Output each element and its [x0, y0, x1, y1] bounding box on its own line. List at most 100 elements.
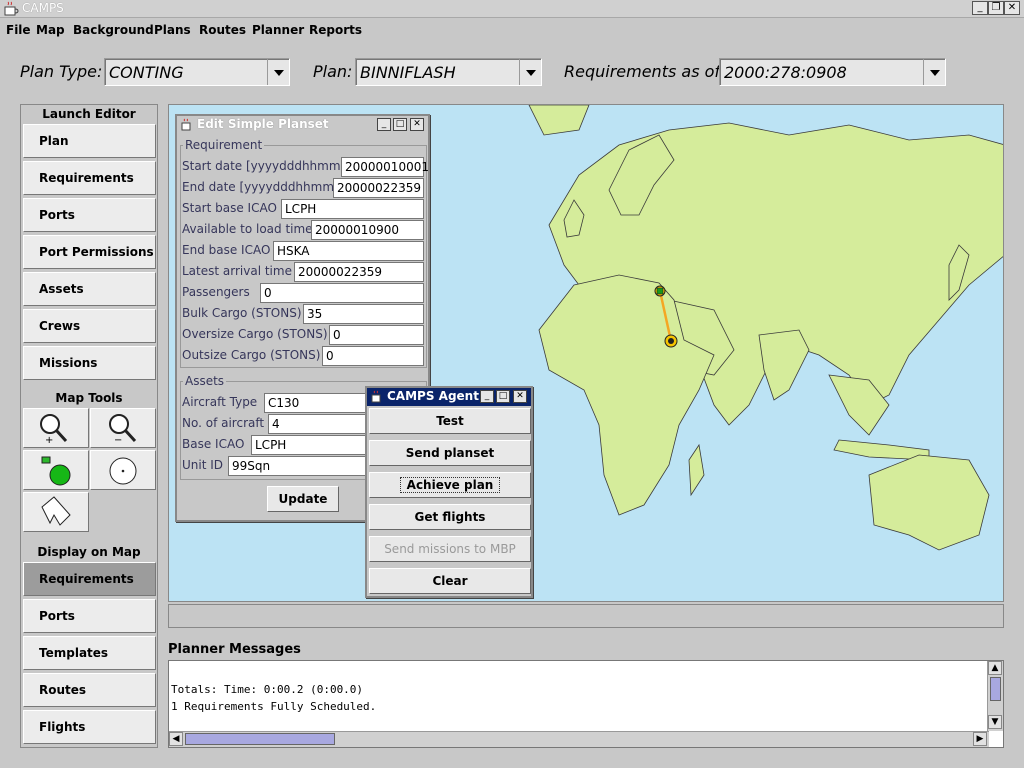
center-point-icon	[109, 457, 137, 485]
menu-planner[interactable]: Planner	[252, 23, 304, 37]
update-button[interactable]: Update	[267, 486, 339, 512]
launch-crews-button[interactable]: Crews	[23, 309, 156, 343]
display-templates-button[interactable]: Templates	[23, 636, 156, 670]
scroll-down-icon[interactable]: ▼	[988, 715, 1002, 729]
planner-messages-box[interactable]: Totals: Time: 0:00.2 (0:00.0) 1 Requirem…	[168, 660, 1004, 748]
menu-plans[interactable]: Plans	[154, 23, 191, 37]
clear-button[interactable]: Clear	[369, 568, 531, 594]
edit-planset-titlebar[interactable]: Edit Simple Planset _ □ ✕	[177, 116, 428, 134]
start-base-icao-input[interactable]: LCPH	[281, 199, 424, 219]
close-icon[interactable]: ✕	[410, 118, 424, 131]
test-button[interactable]: Test	[369, 408, 531, 434]
zoom-out-button[interactable]: −	[90, 408, 156, 448]
start-date-input[interactable]: 20000010001	[341, 157, 429, 177]
horizontal-scrollbar[interactable]: ◀ ▶	[169, 731, 989, 747]
passengers-label: Passengers	[182, 285, 250, 299]
polygon-select-button[interactable]	[23, 492, 89, 532]
launch-assets-button[interactable]: Assets	[23, 272, 156, 306]
passengers-input[interactable]: 0	[260, 283, 424, 303]
vertical-scroll-thumb[interactable]	[990, 677, 1001, 701]
oversize-cargo-label: Oversize Cargo (STONS)	[182, 327, 328, 341]
get-flights-button[interactable]: Get flights	[369, 504, 531, 530]
plan-type-select[interactable]: CONTING	[104, 58, 290, 86]
chevron-down-icon[interactable]	[519, 59, 541, 85]
display-routes-button[interactable]: Routes	[23, 673, 156, 707]
polygon-select-icon	[41, 496, 71, 526]
plan-select[interactable]: BINNIFLASH	[355, 58, 542, 86]
maximize-icon[interactable]: □	[496, 390, 510, 403]
menu-reports[interactable]: Reports	[309, 23, 362, 37]
menu-file[interactable]: File	[6, 23, 31, 37]
zoom-in-icon: +	[40, 414, 68, 446]
close-icon[interactable]: ✕	[1004, 1, 1020, 15]
aircraft-type-label: Aircraft Type	[182, 395, 258, 409]
message-line: 1 Requirements Fully Scheduled.	[171, 700, 377, 713]
menu-routes[interactable]: Routes	[199, 23, 246, 37]
zoom-out-icon: −	[109, 414, 137, 446]
start-marker[interactable]	[654, 285, 666, 297]
horizontal-scroll-thumb[interactable]	[185, 733, 335, 745]
edit-planset-title: Edit Simple Planset	[197, 117, 329, 131]
australia-landmass	[868, 454, 990, 551]
requirements-as-of-label: Requirements as of:	[564, 62, 726, 81]
svg-text:−: −	[114, 435, 122, 446]
display-ports-button[interactable]: Ports	[23, 599, 156, 633]
latest-arrival-label: Latest arrival time	[182, 264, 292, 278]
app-icon	[4, 1, 19, 16]
end-marker[interactable]	[664, 334, 678, 348]
number-of-aircraft-label: No. of aircraft	[182, 416, 265, 430]
camps-agent-dialog: CAMPS Agent _ □ ✕ Test Send planset Achi…	[365, 386, 533, 598]
scroll-right-icon[interactable]: ▶	[973, 732, 987, 746]
start-date-label: Start date [yyyydddhhmm]	[182, 159, 346, 173]
camps-agent-titlebar[interactable]: CAMPS Agent _ □ ✕	[367, 388, 531, 406]
plan-value: BINNIFLASH	[360, 63, 456, 82]
maximize-icon[interactable]: □	[393, 118, 407, 131]
chevron-down-icon[interactable]	[267, 59, 289, 85]
launch-port-permissions-button[interactable]: Port Permissions	[23, 235, 156, 269]
launch-editor-heading: Launch Editor	[42, 107, 136, 121]
requirements-as-of-select[interactable]: 2000:278:0908	[719, 58, 946, 86]
add-point-button[interactable]	[23, 450, 89, 490]
launch-plan-button[interactable]: Plan	[23, 124, 156, 158]
close-icon[interactable]: ✕	[513, 390, 527, 403]
menu-map[interactable]: Map	[36, 23, 65, 37]
display-requirements-button[interactable]: Requirements	[23, 562, 156, 596]
latest-arrival-input[interactable]: 20000022359	[294, 262, 424, 282]
send-planset-button[interactable]: Send planset	[369, 440, 531, 466]
bulk-cargo-input[interactable]: 35	[303, 304, 424, 324]
available-to-load-input[interactable]: 20000010900	[311, 220, 424, 240]
greenland-landmass	[528, 105, 590, 136]
end-date-input[interactable]: 20000022359	[333, 178, 424, 198]
minimize-icon[interactable]: _	[377, 118, 391, 131]
coffee-cup-icon	[181, 118, 191, 131]
launch-requirements-button[interactable]: Requirements	[23, 161, 156, 195]
requirement-legend: Requirement	[185, 138, 263, 152]
start-base-icao-label: Start base ICAO	[182, 201, 277, 215]
window-title: CAMPS	[22, 1, 64, 15]
display-flights-button[interactable]: Flights	[23, 710, 156, 744]
oversize-cargo-input[interactable]: 0	[329, 325, 424, 345]
launch-ports-button[interactable]: Ports	[23, 198, 156, 232]
chevron-down-icon[interactable]	[923, 59, 945, 85]
menu-bar: File Map Background Plans Routes Planner…	[0, 19, 1024, 41]
scroll-left-icon[interactable]: ◀	[169, 732, 183, 746]
map-status-bar	[168, 604, 1004, 628]
camps-agent-title: CAMPS Agent	[387, 389, 479, 403]
minimize-icon[interactable]: _	[972, 1, 988, 15]
end-base-icao-input[interactable]: HSKA	[273, 241, 424, 261]
end-base-icao-label: End base ICAO	[182, 243, 271, 257]
menu-background[interactable]: Background	[73, 23, 154, 37]
achieve-plan-button[interactable]: Achieve plan	[369, 472, 531, 498]
minimize-icon[interactable]: _	[480, 390, 494, 403]
left-panel: Launch Editor Plan Requirements Ports Po…	[20, 104, 158, 748]
scroll-up-icon[interactable]: ▲	[988, 661, 1002, 675]
launch-missions-button[interactable]: Missions	[23, 346, 156, 380]
outsize-cargo-input[interactable]: 0	[322, 346, 424, 366]
center-point-button[interactable]	[90, 450, 156, 490]
end-date-label: End date [yyyydddhhmm]	[182, 180, 339, 194]
restore-icon[interactable]: ❐	[988, 1, 1004, 15]
zoom-in-button[interactable]: +	[23, 408, 89, 448]
svg-text:+: +	[45, 435, 53, 446]
vertical-scrollbar[interactable]: ▲ ▼	[987, 661, 1003, 731]
bulk-cargo-label: Bulk Cargo (STONS)	[182, 306, 302, 320]
